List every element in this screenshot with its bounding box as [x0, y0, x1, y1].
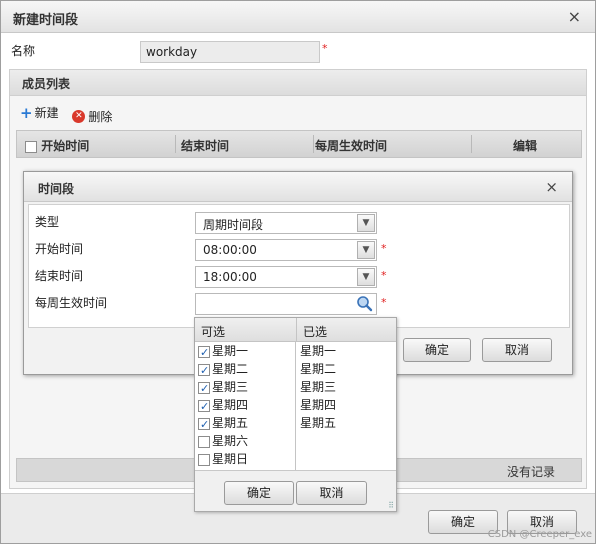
day-label: 星期五	[212, 416, 249, 430]
available-item[interactable]: 星期五	[195, 414, 295, 434]
end-time-select[interactable]: 18:00:00 ▼	[195, 266, 377, 288]
required-marker: *	[381, 242, 387, 255]
watermark: CSDN @Creeper_exe	[487, 529, 592, 540]
day-label: 星期日	[212, 452, 249, 466]
name-label: 名称	[11, 44, 36, 58]
member-list-header: 成员列表	[10, 70, 586, 96]
member-list-title: 成员列表	[22, 77, 71, 91]
chevron-down-icon[interactable]: ▼	[357, 241, 375, 259]
available-item[interactable]: 星期三	[195, 378, 295, 398]
selected-item[interactable]: 星期二	[297, 360, 396, 378]
selected-header: 已选	[297, 318, 396, 342]
available-header: 可选	[195, 318, 297, 342]
required-marker: *	[381, 296, 387, 309]
selected-item[interactable]: 星期三	[297, 378, 396, 396]
available-list: 星期一 星期二 星期三 星期四 星期五 星期六 星期日	[195, 342, 296, 470]
selected-item[interactable]: 星期四	[297, 396, 396, 414]
subdialog-titlebar[interactable]: 时间段 ×	[24, 172, 572, 202]
available-item[interactable]: 星期日	[195, 450, 295, 468]
column-divider	[313, 135, 314, 153]
column-start-time-label: 开始时间	[41, 139, 90, 153]
close-icon[interactable]: ×	[545, 178, 558, 196]
chevron-down-icon[interactable]: ▼	[357, 268, 375, 286]
day-label: 星期六	[212, 434, 249, 448]
subdialog-ok-button[interactable]: 确定	[403, 338, 471, 362]
day-checkbox[interactable]	[198, 344, 210, 362]
day-label: 星期二	[212, 362, 249, 376]
available-item[interactable]: 星期一	[195, 342, 295, 362]
weekday-picker: 可选 已选 星期一 星期二 星期三 星期四 星期五 星期六 星期日 星期一 星期…	[194, 317, 397, 512]
available-item[interactable]: 星期二	[195, 360, 295, 380]
type-label: 类型	[35, 215, 60, 229]
column-end-time[interactable]: 结束时间	[181, 137, 229, 154]
start-time-label: 开始时间	[35, 242, 84, 256]
chevron-down-icon[interactable]: ▼	[357, 214, 375, 232]
column-weekly-time[interactable]: 每周生效时间	[315, 137, 387, 154]
start-time-value: 08:00:00	[203, 243, 257, 257]
new-button-label: 新建	[34, 106, 59, 120]
required-marker: *	[381, 269, 387, 282]
required-marker: *	[322, 42, 328, 55]
day-checkbox[interactable]	[198, 380, 210, 398]
selected-item[interactable]: 星期五	[297, 414, 396, 432]
day-label: 星期四	[212, 398, 249, 412]
timeslot-form: 类型 周期时间段 ▼ 开始时间 08:00:00 ▼ * 结束时间 18:00:…	[28, 204, 570, 328]
end-time-value: 18:00:00	[203, 270, 257, 284]
dialog-titlebar[interactable]: 新建时间段 ×	[1, 1, 595, 33]
new-button[interactable]: + 新建	[20, 104, 59, 121]
plus-icon: +	[20, 103, 33, 122]
subdialog-cancel-button[interactable]: 取消	[482, 338, 552, 362]
day-checkbox[interactable]	[198, 416, 210, 434]
column-divider	[175, 135, 176, 153]
day-label: 星期一	[212, 344, 249, 358]
available-item[interactable]: 星期六	[195, 432, 295, 450]
day-checkbox[interactable]	[198, 362, 210, 380]
column-edit[interactable]: 编辑	[513, 137, 537, 154]
selected-list: 星期一 星期二 星期三 星期四 星期五	[297, 342, 396, 470]
type-select-value: 周期时间段	[203, 218, 264, 232]
weekly-time-label: 每周生效时间	[35, 296, 108, 310]
picker-ok-button[interactable]: 确定	[224, 481, 294, 505]
delete-button-label: 删除	[88, 109, 113, 124]
weekly-time-input[interactable]	[195, 293, 377, 315]
dialog-title: 新建时间段	[13, 13, 79, 28]
picker-cancel-button[interactable]: 取消	[296, 481, 367, 505]
search-icon[interactable]	[356, 295, 373, 312]
subdialog-title: 时间段	[38, 182, 75, 196]
column-start-time[interactable]: 开始时间	[25, 137, 89, 154]
delete-icon: ✕	[72, 109, 86, 123]
close-icon[interactable]: ×	[568, 7, 581, 26]
selected-item[interactable]: 星期一	[297, 342, 396, 360]
resize-grip-icon[interactable]: ⠿	[388, 501, 394, 510]
day-checkbox[interactable]	[198, 435, 210, 448]
available-item[interactable]: 星期四	[195, 396, 295, 416]
day-checkbox[interactable]	[198, 398, 210, 416]
picker-footer: 确定 取消 ⠿	[195, 470, 396, 511]
select-all-checkbox[interactable]	[25, 140, 37, 153]
empty-records-text: 没有记录	[506, 465, 555, 479]
delete-button[interactable]: ✕ 删除	[72, 108, 112, 125]
start-time-select[interactable]: 08:00:00 ▼	[195, 239, 377, 261]
name-input[interactable]: workday	[140, 41, 320, 63]
column-divider	[471, 135, 472, 153]
member-toolbar: + 新建 ✕ 删除	[20, 104, 122, 124]
day-checkbox[interactable]	[198, 453, 210, 466]
type-select[interactable]: 周期时间段 ▼	[195, 212, 377, 234]
end-time-label: 结束时间	[35, 269, 84, 283]
grid-header: 开始时间 结束时间 每周生效时间 编辑	[16, 130, 582, 158]
day-label: 星期三	[212, 380, 249, 394]
